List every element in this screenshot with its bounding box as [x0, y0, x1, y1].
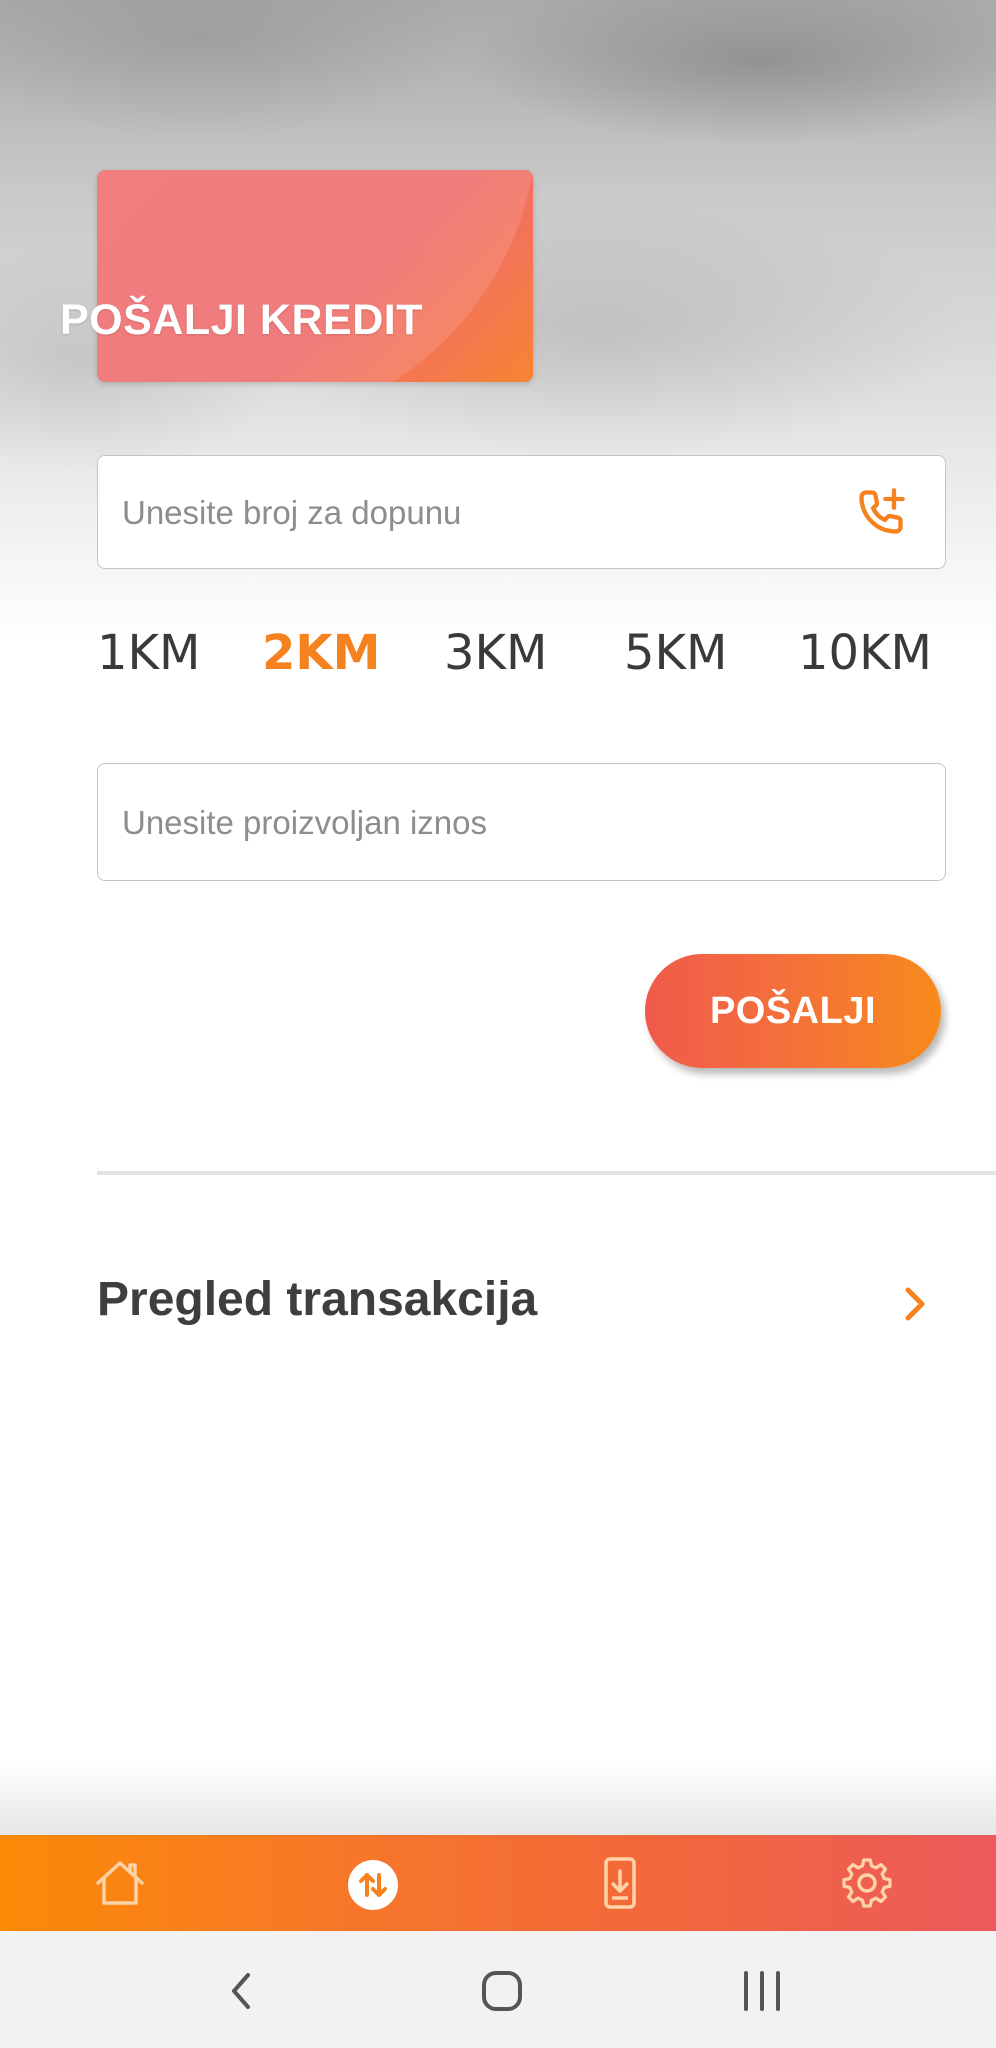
- settings-gear-icon: [842, 1858, 892, 1908]
- phone-number-input[interactable]: [120, 456, 824, 570]
- tab-phone-topup[interactable]: [560, 1835, 680, 1931]
- tab-home[interactable]: [60, 1835, 180, 1931]
- divider: [97, 1171, 996, 1175]
- send-credit-card: [97, 170, 533, 382]
- amount-option-2km[interactable]: 2KM: [262, 625, 380, 681]
- chevron-right-icon: [905, 1287, 925, 1321]
- tab-settings[interactable]: [807, 1835, 927, 1931]
- card-title: POŠALJI KREDIT: [60, 296, 423, 344]
- home-icon: [96, 1861, 144, 1905]
- amount-option-5km[interactable]: 5KM: [624, 625, 727, 681]
- amount-option-3km[interactable]: 3KM: [444, 625, 547, 681]
- bottom-tab-bar: [0, 1835, 996, 1931]
- send-button[interactable]: POŠALJI: [645, 954, 941, 1068]
- system-navigation-bar: [0, 1931, 996, 2048]
- recents-icon: [744, 1971, 780, 2011]
- system-recents-button[interactable]: [722, 1951, 802, 2031]
- system-home-button[interactable]: [462, 1951, 542, 2031]
- bottom-shadow: [0, 1760, 996, 1836]
- back-icon: [232, 1973, 250, 2009]
- system-back-button[interactable]: [202, 1951, 282, 2031]
- transfer-icon: [348, 1860, 398, 1910]
- phone-input-box[interactable]: [97, 455, 946, 570]
- tab-transfer[interactable]: [313, 1835, 433, 1931]
- home-circle-icon: [482, 1971, 522, 2011]
- custom-amount-input[interactable]: [120, 764, 824, 882]
- phone-download-icon: [604, 1857, 636, 1909]
- transactions-label: Pregled transakcija: [97, 1273, 538, 1326]
- amount-selector: 1KM 2KM 3KM 5KM 10KM: [97, 625, 946, 695]
- add-contact-phone-icon[interactable]: [855, 486, 907, 538]
- transactions-link[interactable]: Pregled transakcija: [97, 1260, 946, 1346]
- amount-option-1km[interactable]: 1KM: [97, 625, 200, 681]
- custom-amount-box[interactable]: [97, 763, 946, 882]
- amount-option-10km[interactable]: 10KM: [798, 625, 932, 681]
